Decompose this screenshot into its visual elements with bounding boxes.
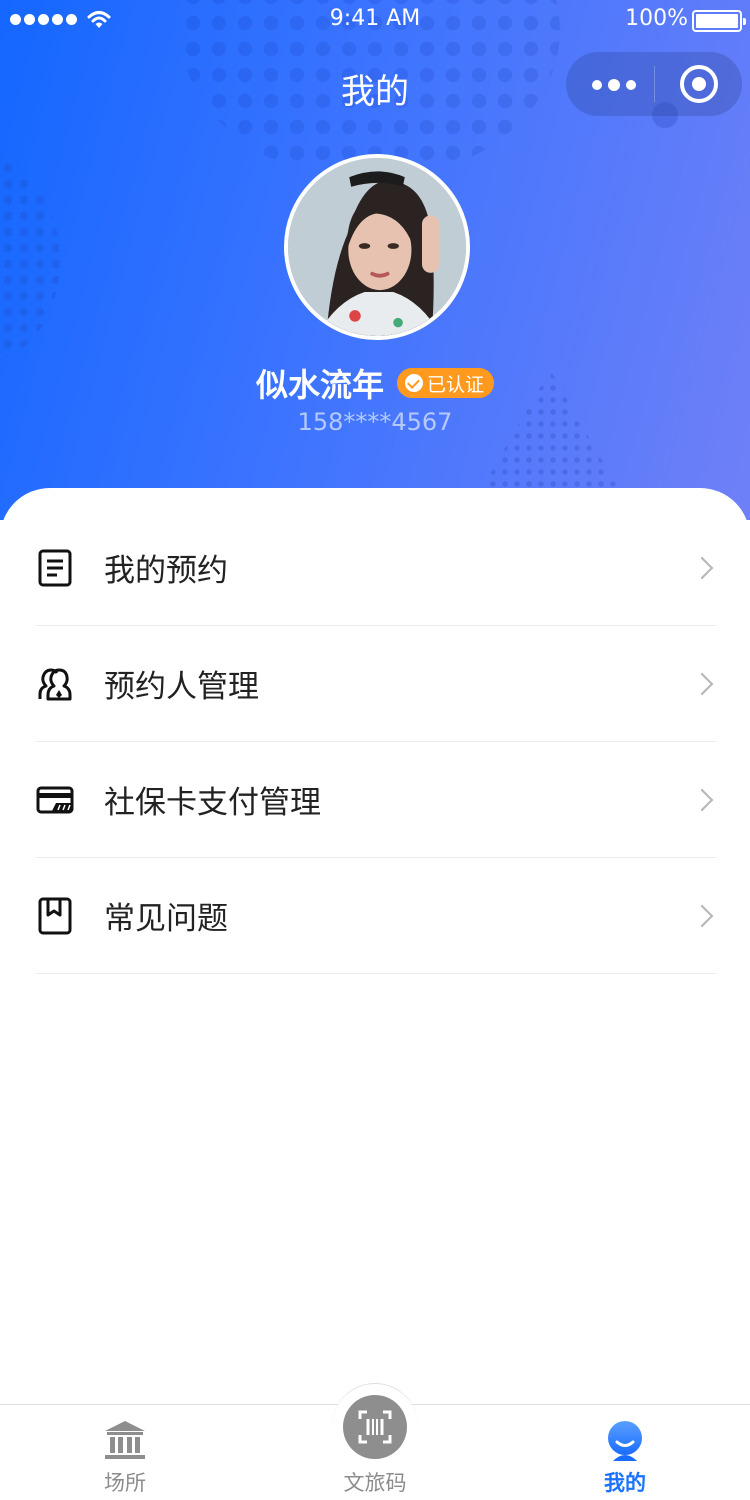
- tab-label: 场所: [104, 1471, 146, 1495]
- more-icon[interactable]: [592, 79, 636, 91]
- document-icon: [36, 549, 74, 587]
- battery-percentage: 100%: [625, 6, 688, 31]
- menu-item-label: 社保卡支付管理: [104, 785, 321, 821]
- museum-icon: [105, 1421, 145, 1459]
- scan-button[interactable]: [343, 1395, 407, 1459]
- avatar[interactable]: [284, 154, 470, 340]
- card-icon: [36, 781, 74, 819]
- user-icon: [608, 1421, 642, 1461]
- capsule-divider: [654, 66, 655, 102]
- status-bar: 9:41 AM 100%: [0, 0, 750, 40]
- tab-venues[interactable]: 场所: [0, 1405, 250, 1500]
- content-sheet: 我的预约 预约人管理 社保卡支付管理 常见问题: [0, 488, 750, 1408]
- tab-label: 我的: [604, 1471, 646, 1495]
- chevron-right-icon: [690, 556, 714, 579]
- menu-item-reservers[interactable]: 预约人管理: [36, 626, 716, 742]
- menu-item-my-reservations[interactable]: 我的预约: [36, 510, 716, 626]
- scan-icon: [358, 1410, 392, 1444]
- chevron-right-icon: [690, 904, 714, 927]
- menu-item-social-card-payment[interactable]: 社保卡支付管理: [36, 742, 716, 858]
- menu-item-faq[interactable]: 常见问题: [36, 858, 716, 974]
- check-icon: [405, 374, 424, 392]
- bookmark-icon: [36, 897, 74, 935]
- close-target-icon[interactable]: [680, 65, 718, 103]
- tab-culture-code[interactable]: 文旅码: [250, 1395, 500, 1500]
- contacts-icon: [36, 665, 74, 703]
- decorative-pattern: [0, 160, 60, 360]
- menu-item-label: 预约人管理: [104, 669, 259, 705]
- verified-badge: 已认证: [397, 368, 495, 398]
- chevron-right-icon: [690, 672, 714, 695]
- menu-list: 我的预约 预约人管理 社保卡支付管理 常见问题: [36, 510, 716, 974]
- profile-header: 9:41 AM 100% 我的 似水流年 已认证 158****4567: [0, 0, 750, 520]
- chevron-right-icon: [690, 788, 714, 811]
- miniprogram-capsule: [566, 52, 742, 116]
- tab-label: 文旅码: [343, 1471, 407, 1495]
- verified-label: 已认证: [427, 373, 485, 396]
- user-name: 似水流年: [255, 366, 384, 404]
- battery-icon: [692, 10, 746, 32]
- user-phone: 158****4567: [297, 408, 453, 436]
- tab-mine[interactable]: 我的: [500, 1405, 750, 1500]
- menu-item-label: 我的预约: [104, 553, 228, 589]
- menu-item-label: 常见问题: [104, 901, 228, 937]
- user-name-row: 似水流年 已认证: [0, 360, 750, 406]
- tab-bar: 场所 文旅码 我的: [0, 1383, 750, 1500]
